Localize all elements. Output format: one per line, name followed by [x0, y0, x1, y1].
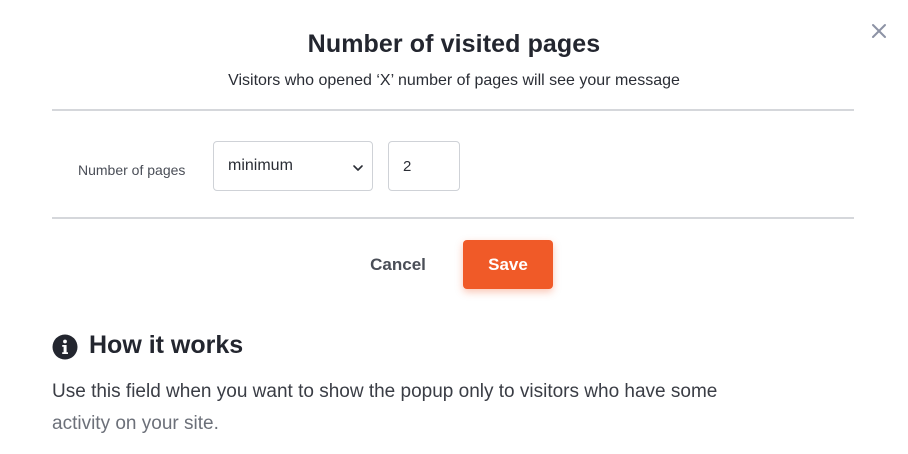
operator-select-value: minimum	[228, 157, 293, 174]
how-it-works-line-1: Use this field when you want to show the…	[52, 381, 718, 402]
top-divider	[52, 109, 854, 111]
save-button[interactable]: Save	[463, 240, 553, 289]
chevron-down-icon	[352, 161, 364, 173]
pages-number-value: 2	[403, 158, 412, 175]
operator-select[interactable]: minimum	[213, 141, 373, 191]
bottom-divider	[52, 217, 854, 219]
visited-pages-dialog: Number of visited pages Visitors who ope…	[0, 0, 908, 454]
cancel-button[interactable]: Cancel	[350, 240, 446, 290]
pages-number-input[interactable]: 2	[388, 141, 460, 191]
how-it-works-line-2: activity on your site.	[52, 413, 219, 434]
how-it-works-body: Use this field when you want to show the…	[52, 376, 852, 440]
dialog-subtitle: Visitors who opened ‘X’ number of pages …	[228, 72, 680, 89]
how-it-works-heading: How it works	[89, 331, 244, 359]
dialog-title: Number of visited pages	[307, 30, 601, 58]
number-of-pages-label: Number of pages	[78, 162, 186, 178]
info-icon	[52, 334, 78, 360]
